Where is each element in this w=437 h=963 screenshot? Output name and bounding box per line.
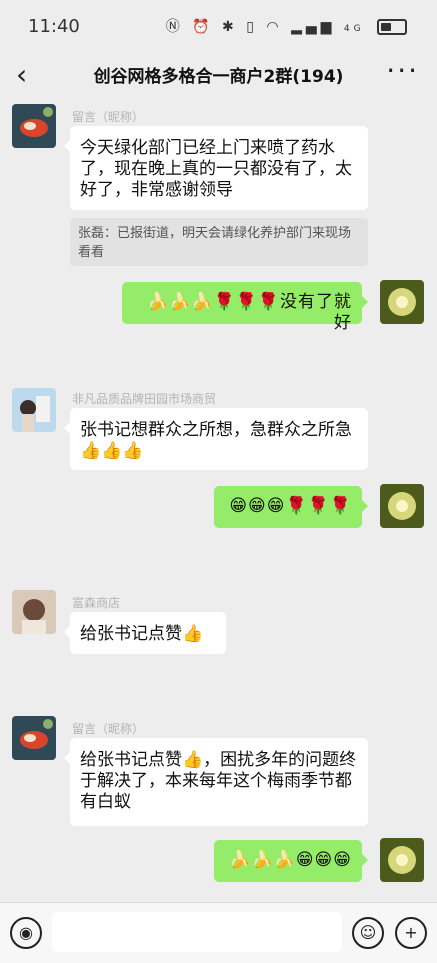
status-bar: 11:40 Ⓝ ⏰ ✱ ▯ ◠ ▂▄▆ 4G xyxy=(0,0,437,52)
avatar[interactable] xyxy=(12,388,56,432)
message-bubble[interactable]: 张书记想群众之所想，急群众之所急👍👍👍 xyxy=(64,408,368,470)
plus-icon[interactable]: + xyxy=(395,917,427,949)
chat-header: ‹ 创谷网格多格合一商户2群(194) ··· xyxy=(0,52,437,96)
input-bar: ◉ ☺ + xyxy=(0,902,437,963)
avatar[interactable] xyxy=(380,280,424,324)
voice-icon[interactable]: ◉ xyxy=(10,917,42,949)
quoted-message[interactable]: 张磊：已报街道，明天会请绿化养护部门来现场看看 xyxy=(70,218,368,266)
sender-name: 非凡品质品牌田园市场商贸 xyxy=(72,392,217,406)
message-bubble[interactable]: 😁😁😁🌹🌹🌹 xyxy=(214,486,368,528)
avatar[interactable] xyxy=(12,104,56,148)
emoji-icon[interactable]: ☺ xyxy=(352,917,384,949)
message-bubble[interactable]: 给张书记点赞👍 xyxy=(64,612,226,654)
avatar[interactable] xyxy=(12,590,56,634)
status-icons: Ⓝ ⏰ ✱ ▯ ◠ ▂▄▆ 4G xyxy=(166,16,407,36)
avatar[interactable] xyxy=(380,484,424,528)
signal-icon: ▂▄▆ xyxy=(291,19,336,35)
avatar[interactable] xyxy=(380,838,424,882)
alarm-icon: ⏰ xyxy=(192,19,214,35)
avatar[interactable] xyxy=(12,716,56,760)
sender-name: 留言（昵称） xyxy=(72,722,145,736)
network-label: 4G xyxy=(343,24,365,34)
chat-title: 创谷网格多格合一商户2群(194) xyxy=(93,67,344,87)
vibrate-icon: ▯ xyxy=(246,19,258,35)
message-bubble[interactable]: 🍌🍌🍌🌹🌹🌹没有了就好 xyxy=(122,282,368,333)
back-arrow-icon[interactable]: ‹ xyxy=(16,58,27,91)
message-bubble[interactable]: 🍌🍌🍌😁😁😁 xyxy=(214,840,368,882)
status-time: 11:40 xyxy=(28,16,80,37)
battery-icon xyxy=(377,19,407,35)
sender-name: 留言（昵称） xyxy=(72,110,145,124)
message-bubble[interactable]: 今天绿化部门已经上门来喷了药水了，现在晚上真的一只都没有了，太好了，非常感谢领导 xyxy=(64,126,368,210)
message-bubble[interactable]: 给张书记点赞👍，困扰多年的问题终于解决了，本来每年这个梅雨季节都有白蚁 xyxy=(64,738,368,826)
message-input[interactable] xyxy=(52,912,342,952)
nfc-icon: Ⓝ xyxy=(165,19,184,35)
wifi-icon: ◠ xyxy=(266,19,283,35)
bluetooth-icon: ✱ xyxy=(222,19,238,35)
sender-name: 富森商店 xyxy=(72,596,121,610)
more-icon[interactable]: ··· xyxy=(386,54,419,87)
